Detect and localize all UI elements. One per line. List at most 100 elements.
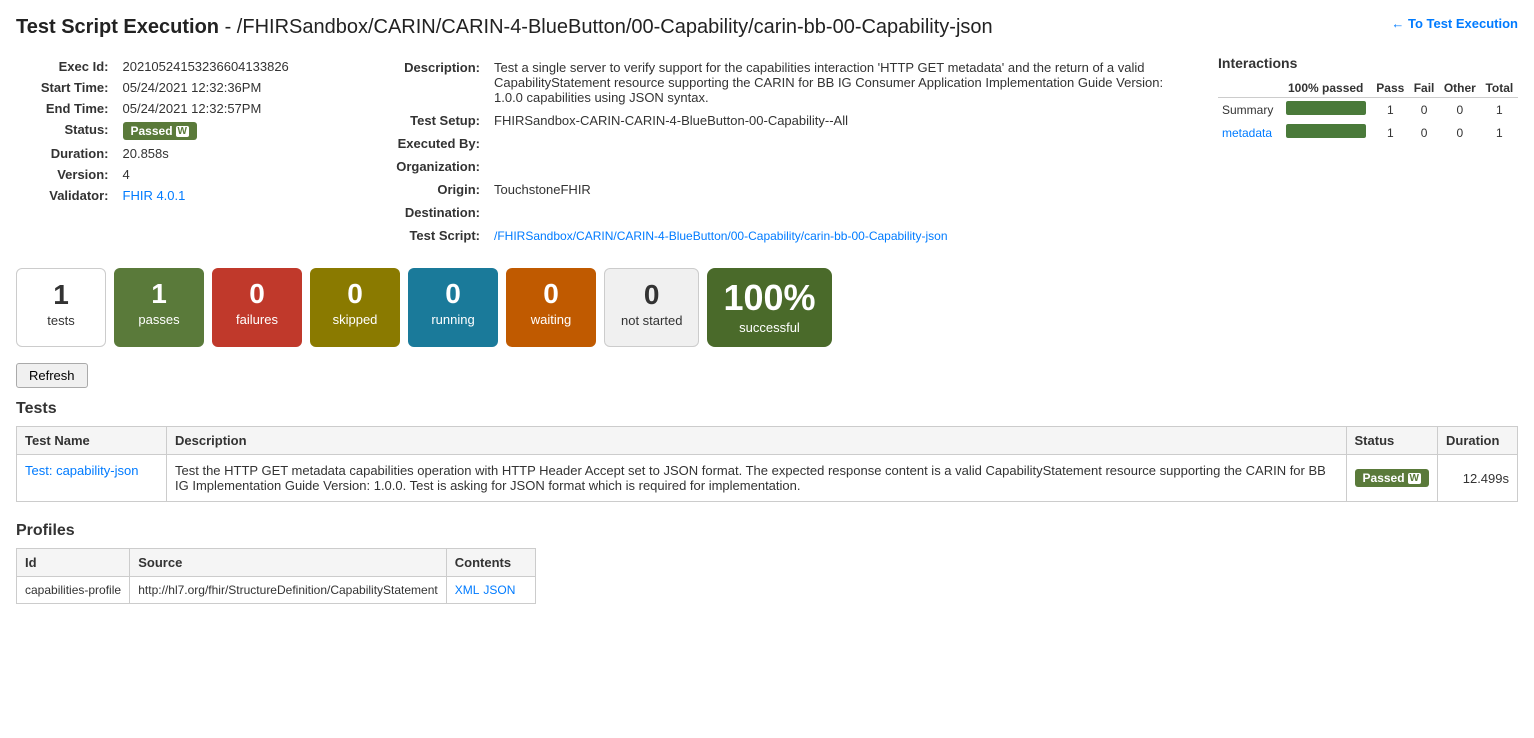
description-panel: Description: Test a single server to ver…: [356, 55, 1198, 248]
end-time-label: End Time:: [18, 99, 117, 118]
status-cell: Passed W: [119, 120, 335, 142]
success-label: successful: [723, 320, 815, 335]
exec-info-panel: Exec Id: 20210524153236604133826 Start T…: [16, 55, 336, 248]
interaction-bar-cell: [1280, 98, 1372, 122]
interaction-fail: 0: [1409, 98, 1439, 122]
skipped-count: 0: [326, 280, 384, 308]
passes-count: 1: [130, 280, 188, 308]
tests-table: Test Name Description Status Duration Te…: [16, 426, 1518, 502]
profile-xml-link[interactable]: XML: [455, 583, 480, 597]
destination-label: Destination:: [358, 202, 488, 223]
organization-value: [490, 156, 1196, 177]
exec-id-label: Exec Id:: [18, 57, 117, 76]
test-duration-cell: 12.499s: [1438, 455, 1518, 502]
validator-label: Validator:: [18, 186, 117, 205]
profile-id-cell: capabilities-profile: [17, 577, 130, 604]
profile-source-cell: http://hl7.org/fhir/StructureDefinition/…: [130, 577, 446, 604]
failures-label: failures: [228, 312, 286, 327]
waiting-label: waiting: [522, 312, 580, 327]
col-profile-source: Source: [130, 549, 446, 577]
origin-value: TouchstoneFHIR: [490, 179, 1196, 200]
status-label: Status:: [18, 120, 117, 142]
test-script-link[interactable]: /FHIRSandbox/CARIN/CARIN-4-BlueButton/00…: [494, 229, 948, 243]
exec-id-value: 20210524153236604133826: [119, 57, 335, 76]
test-script-value: /FHIRSandbox/CARIN/CARIN-4-BlueButton/00…: [490, 225, 1196, 246]
version-value: 4: [119, 165, 335, 184]
col-test-status: Status: [1346, 427, 1437, 455]
destination-value: [490, 202, 1196, 223]
desc-label: Description:: [358, 57, 488, 108]
col-pass-header: Pass: [1372, 79, 1410, 98]
tests-section-title: Tests: [16, 400, 1518, 418]
meta-section: Exec Id: 20210524153236604133826 Start T…: [16, 55, 1518, 248]
interaction-row-name: Summary: [1218, 98, 1280, 122]
running-label: running: [424, 312, 482, 327]
skipped-stat: 0 skipped: [310, 268, 400, 347]
status-text: Passed: [131, 124, 173, 138]
interaction-pass: 1: [1372, 121, 1410, 144]
refresh-button[interactable]: Refresh: [16, 363, 88, 388]
interaction-total: 1: [1481, 121, 1518, 144]
title-main: Test Script Execution: [16, 16, 219, 38]
interaction-pass: 1: [1372, 98, 1410, 122]
interactions-table: 100% passed Pass Fail Other Total Summar…: [1218, 79, 1518, 144]
test-status-cell: Passed W: [1346, 455, 1437, 502]
version-label: Version:: [18, 165, 117, 184]
not-started-stat: 0 not started: [604, 268, 699, 347]
interaction-other: 0: [1439, 98, 1481, 122]
interaction-row-link[interactable]: metadata: [1222, 126, 1272, 140]
interaction-fail: 0: [1409, 121, 1439, 144]
organization-label: Organization:: [358, 156, 488, 177]
test-script-label: Test Script:: [358, 225, 488, 246]
interactions-title: Interactions: [1218, 55, 1518, 71]
not-started-count: 0: [621, 281, 682, 309]
failures-stat: 0 failures: [212, 268, 302, 347]
test-name-cell: Test: capability-json: [17, 455, 167, 502]
profiles-section-title: Profiles: [16, 522, 1518, 540]
running-count: 0: [424, 280, 482, 308]
validator-value: FHIR 4.0.1: [119, 186, 335, 205]
col-total-header: Total: [1481, 79, 1518, 98]
duration-label: Duration:: [18, 144, 117, 163]
stats-row: 1 tests 1 passes 0 failures 0 skipped 0 …: [16, 268, 1518, 347]
status-badge: Passed W: [123, 122, 197, 140]
col-profile-id: Id: [17, 549, 130, 577]
to-test-execution-link[interactable]: To Test Execution: [1391, 16, 1518, 31]
col-other-header: Other: [1439, 79, 1481, 98]
success-pct-stat: 100% successful: [707, 268, 831, 347]
test-setup-label: Test Setup:: [358, 110, 488, 131]
col-test-duration: Duration: [1438, 427, 1518, 455]
waiting-count: 0: [522, 280, 580, 308]
desc-value: Test a single server to verify support f…: [490, 57, 1196, 108]
interaction-other: 0: [1439, 121, 1481, 144]
skipped-label: skipped: [326, 312, 384, 327]
test-setup-value: FHIRSandbox-CARIN-CARIN-4-BlueButton-00-…: [490, 110, 1196, 131]
tests-stat: 1 tests: [16, 268, 106, 347]
page-header: Test Script Execution - /FHIRSandbox/CAR…: [16, 16, 1518, 39]
page-title: Test Script Execution - /FHIRSandbox/CAR…: [16, 16, 1371, 39]
end-time-value: 05/24/2021 12:32:57PM: [119, 99, 335, 118]
col-pct-header: 100% passed: [1280, 79, 1372, 98]
executed-by-value: [490, 133, 1196, 154]
interaction-total: 1: [1481, 98, 1518, 122]
success-pct-value: 100%: [723, 280, 815, 316]
origin-label: Origin:: [358, 179, 488, 200]
waiting-stat: 0 waiting: [506, 268, 596, 347]
status-w-mark: W: [176, 126, 189, 137]
not-started-label: not started: [621, 313, 682, 328]
col-name-header: [1218, 79, 1280, 98]
failures-count: 0: [228, 280, 286, 308]
col-profile-contents: Contents: [446, 549, 535, 577]
start-time-label: Start Time:: [18, 78, 117, 97]
tests-count: 1: [33, 281, 89, 309]
passes-stat: 1 passes: [114, 268, 204, 347]
test-name-link[interactable]: Test: capability-json: [25, 463, 138, 478]
title-subtitle: - /FHIRSandbox/CARIN/CARIN-4-BlueButton/…: [219, 16, 993, 38]
col-fail-header: Fail: [1409, 79, 1439, 98]
profile-contents-cell: XMLJSON: [446, 577, 535, 604]
validator-link[interactable]: FHIR 4.0.1: [123, 188, 186, 203]
running-stat: 0 running: [408, 268, 498, 347]
tests-label: tests: [33, 313, 89, 328]
profile-json-link[interactable]: JSON: [483, 583, 515, 597]
start-time-value: 05/24/2021 12:32:36PM: [119, 78, 335, 97]
